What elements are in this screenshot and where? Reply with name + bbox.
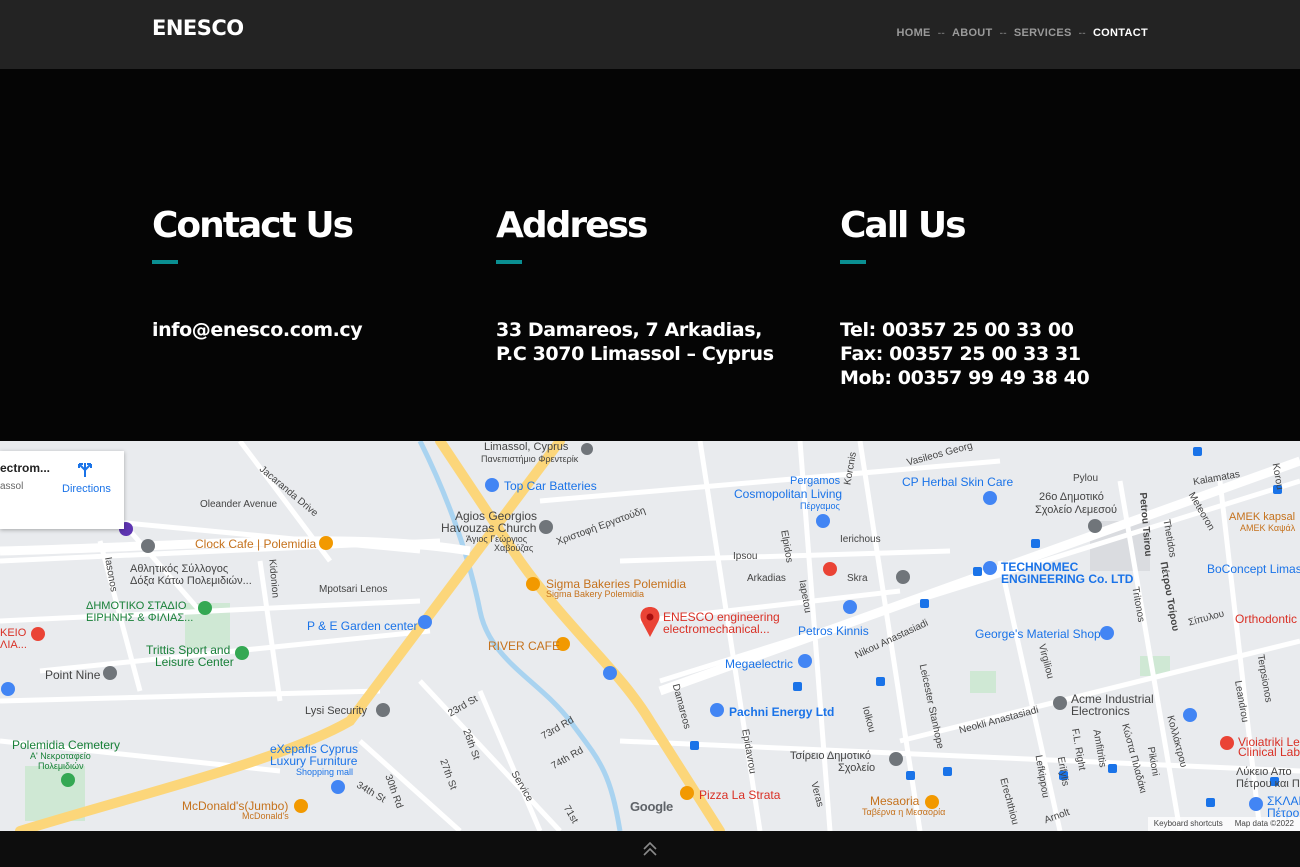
map-label: AMEK kapsal bbox=[1229, 511, 1296, 523]
map-label: Πολεμιδιών bbox=[38, 761, 84, 771]
site-footer bbox=[0, 831, 1300, 867]
contact-phone-column: Call Us Tel: 00357 25 00 33 00 Fax: 0035… bbox=[840, 205, 1090, 390]
map-label: Polemidia Cemetery bbox=[12, 738, 121, 752]
map-label: George's Material Shop bbox=[975, 627, 1101, 641]
map-label: ΛΙΑ... bbox=[0, 639, 27, 651]
map-label: Pachni Energy Ltd bbox=[729, 705, 835, 719]
scroll-to-top-icon[interactable] bbox=[641, 840, 659, 858]
map-label: CP Herbal Skin Care bbox=[902, 475, 1014, 489]
map-label: Leisure Center bbox=[155, 655, 234, 669]
map-label: Πανεπιστήμιο Φρεντερίκ bbox=[481, 454, 579, 464]
street-label: Pylou bbox=[1073, 473, 1099, 484]
google-map[interactable]: Limassol, Cyprus Πανεπιστήμιο Φρεντερίκ … bbox=[0, 441, 1300, 831]
map-label: Top Car Batteries bbox=[504, 479, 597, 493]
street-label: Skra bbox=[847, 573, 868, 584]
phone-mob[interactable]: Mob: 00357 99 49 38 40 bbox=[840, 366, 1090, 390]
map-label: P & E Garden center bbox=[307, 619, 418, 633]
contact-email-column: Contact Us info@enesco.com.cy bbox=[152, 205, 363, 342]
street-label: Oleander Avenue bbox=[200, 499, 278, 510]
main-nav: HOME -- ABOUT -- SERVICES -- CONTACT bbox=[896, 27, 1148, 39]
map-footer: Keyboard shortcuts Map data ©2022 bbox=[1147, 817, 1300, 831]
map-label: ΚΕΙΟ bbox=[0, 627, 27, 639]
street-label: Ipsou bbox=[733, 551, 758, 562]
heading-accent-bar bbox=[840, 260, 866, 264]
street-label: Ierichous bbox=[840, 534, 881, 545]
map-label: Σχολείο Λεμεσού bbox=[1035, 504, 1118, 516]
site-header: ENESCO HOME -- ABOUT -- SERVICES -- CONT… bbox=[0, 0, 1300, 69]
phone-tel[interactable]: Tel: 00357 25 00 33 00 bbox=[840, 318, 1089, 342]
map-label: RIVER CAFE bbox=[488, 639, 561, 653]
nav-separator: -- bbox=[1078, 27, 1086, 39]
heading-accent-bar bbox=[152, 260, 178, 264]
map-label: Pizza La Strata bbox=[699, 788, 781, 802]
map-place-card[interactable]: ectrom... assol Directions bbox=[0, 451, 124, 529]
street-label: Arkadias bbox=[747, 573, 786, 584]
street-label: Mpotsari Lenos bbox=[319, 584, 388, 595]
phone-numbers: Tel: 00357 25 00 33 00 Fax: 00357 25 00 … bbox=[840, 318, 1090, 390]
nav-services[interactable]: SERVICES bbox=[1014, 27, 1072, 39]
map-label: Λύκειο Απο bbox=[1236, 766, 1292, 778]
place-card-title[interactable]: ectrom... bbox=[0, 461, 50, 475]
location-marker-icon bbox=[640, 607, 660, 637]
map-label: Πέτρου και Π bbox=[1236, 778, 1300, 790]
map-label: Clinical Lab bbox=[1238, 745, 1300, 759]
map-label: Havouzas Church bbox=[441, 521, 537, 535]
site-logo[interactable]: ENESCO bbox=[152, 16, 244, 40]
map-label: Mesaoria bbox=[870, 794, 920, 808]
map-label: ENGINEERING Co. LTD bbox=[1001, 572, 1134, 586]
map-label: Petros Kinnis bbox=[798, 624, 869, 638]
map-label: BoConcept Limas bbox=[1207, 562, 1300, 576]
map-label: Limassol, Cyprus bbox=[484, 441, 569, 453]
map-label: Electronics bbox=[1071, 704, 1130, 718]
map-label: McDonald's bbox=[242, 811, 289, 821]
map-label: Orthodontic bbox=[1235, 612, 1298, 626]
keyboard-shortcuts-link[interactable]: Keyboard shortcuts bbox=[1154, 819, 1223, 829]
map-label: ΕΙΡΗΝΗΣ & ΦΙΛΙΑΣ... bbox=[86, 612, 194, 624]
map-label: Point Nine bbox=[45, 668, 101, 682]
contact-us-heading: Contact Us bbox=[152, 205, 354, 246]
map-label: Cosmopolitan Living bbox=[734, 487, 843, 501]
marker-label-line2[interactable]: electromechanical... bbox=[663, 622, 770, 636]
map-label: ΔΗΜΟΤΙΚΟ ΣΤΑΔΙΟ bbox=[86, 600, 187, 612]
map-label: Ταβέρνα η Μεσαορία bbox=[862, 807, 946, 817]
address-text: 33 Damareos, 7 Arkadias, P.C 3070 Limass… bbox=[496, 318, 774, 366]
map-label: Αθλητικός Σύλλογος bbox=[130, 563, 229, 575]
directions-link[interactable]: Directions bbox=[62, 483, 111, 495]
place-card-subtitle: assol bbox=[0, 481, 24, 492]
map-label: Τσίρειο Δημοτικό bbox=[790, 750, 871, 762]
map-label: Σχολείο bbox=[838, 762, 876, 774]
map-label: Δόξα Κάτω Πολεμιδιών... bbox=[130, 575, 252, 587]
map-label: Clock Cafe | Polemidia bbox=[195, 537, 317, 551]
map-label: Luxury Furniture bbox=[270, 754, 358, 768]
google-logo: Google bbox=[630, 799, 673, 814]
map-data-attribution: Map data ©2022 bbox=[1234, 819, 1294, 828]
nav-separator: -- bbox=[937, 27, 945, 39]
heading-accent-bar bbox=[496, 260, 522, 264]
map-label: Α' Νεκροταφείο bbox=[30, 751, 91, 761]
call-us-heading: Call Us bbox=[840, 205, 967, 246]
map-label: Sigma Bakery Polemidia bbox=[546, 589, 645, 599]
address-line-2: P.C 3070 Limassol – Cyprus bbox=[496, 343, 774, 365]
map-label: Shopping mall bbox=[296, 767, 354, 777]
map-roads bbox=[0, 441, 1300, 831]
address-heading: Address bbox=[496, 205, 648, 246]
map-label: Lysi Security bbox=[305, 705, 367, 717]
contact-address-column: Address 33 Damareos, 7 Arkadias, P.C 307… bbox=[496, 206, 774, 366]
phone-fax: Fax: 00357 25 00 33 31 bbox=[840, 343, 1081, 365]
contact-section: Contact Us info@enesco.com.cy Address 33… bbox=[0, 69, 1300, 441]
contact-email[interactable]: info@enesco.com.cy bbox=[152, 318, 363, 342]
map-label: Megaelectric bbox=[725, 657, 794, 671]
map-label: 26ο Δημοτικό bbox=[1039, 491, 1104, 503]
address-line-1: 33 Damareos, 7 Arkadias, bbox=[496, 319, 762, 341]
map-label: Pergamos bbox=[790, 475, 841, 487]
map-label: Πέργαμος bbox=[800, 501, 840, 511]
nav-separator: -- bbox=[999, 27, 1007, 39]
nav-home[interactable]: HOME bbox=[896, 27, 930, 39]
nav-contact[interactable]: CONTACT bbox=[1093, 27, 1148, 39]
map-label: Χαβούζας bbox=[494, 543, 534, 553]
nav-about[interactable]: ABOUT bbox=[952, 27, 993, 39]
map-label: AMEK Καψάλ bbox=[1240, 523, 1296, 533]
